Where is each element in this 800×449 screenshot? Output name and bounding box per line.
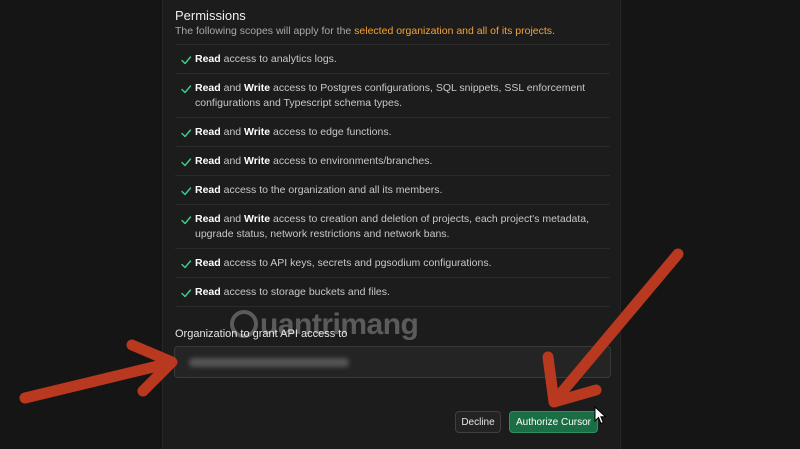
right-arrow bbox=[542, 248, 684, 408]
mouse-pointer-icon bbox=[594, 406, 607, 425]
left-arrow bbox=[19, 339, 178, 404]
annotation-arrows bbox=[19, 248, 684, 408]
